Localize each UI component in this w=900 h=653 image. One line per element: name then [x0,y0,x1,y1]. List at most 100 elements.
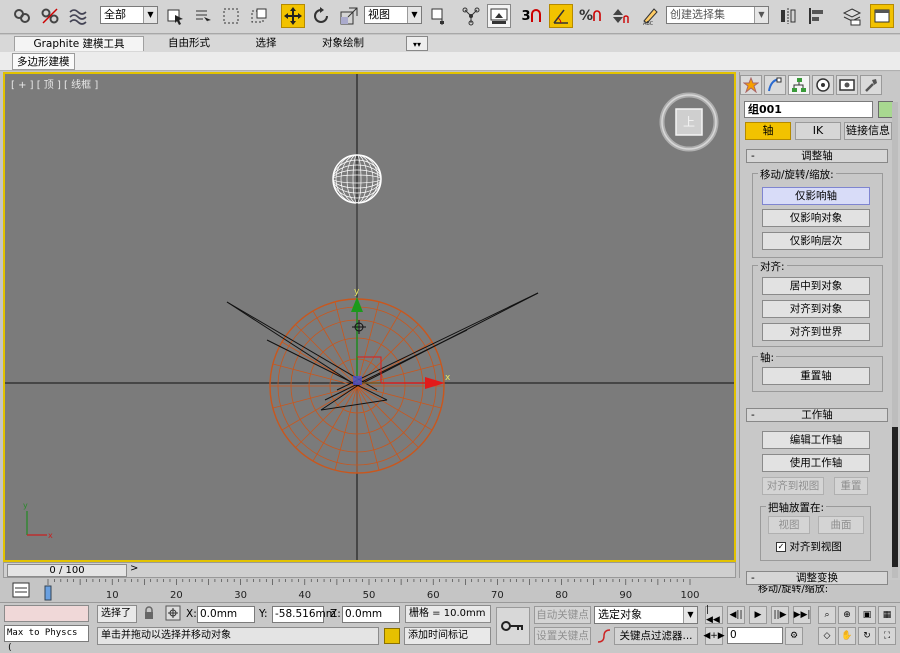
absolute-mode-icon[interactable] [165,605,181,624]
snap-toggle-icon[interactable]: 3 [519,4,543,28]
align-to-view-button[interactable]: 对齐到视图 [762,477,824,495]
hierarchy-tab-icon[interactable] [788,75,810,95]
time-slider-thumb[interactable]: 0 / 100 [7,564,127,577]
key-tangent-icon[interactable] [596,628,612,647]
viewcube[interactable]: 上 [659,92,719,152]
maximize-viewport-icon[interactable]: ⛶ [878,627,896,645]
select-object-icon[interactable] [163,4,187,28]
adjust-transform-rollout[interactable]: - 调整变换 [746,571,888,585]
affect-hierarchy-only-button[interactable]: 仅影响层次 [762,232,870,250]
select-scale-icon[interactable] [337,4,361,28]
object-name-field[interactable]: 组001 [744,101,873,118]
panel-scroll-thumb[interactable] [892,427,898,567]
unlink-icon[interactable] [38,4,62,28]
orbit-icon[interactable]: ↻ [858,627,876,645]
named-selection-dropdown[interactable]: 创建选择集 ▼ [666,6,769,24]
y-coord-field[interactable]: -58.516mm [272,606,336,623]
place-view-button[interactable]: 视图 [768,516,810,534]
x-coord-field[interactable]: 0.0mm [197,606,255,623]
tab-object-paint[interactable]: 对象绘制 [306,36,380,51]
timeline-tick-label: 10 [106,590,119,601]
select-rotate-icon[interactable] [309,4,333,28]
tab-graphite-modeling[interactable]: Graphite 建模工具 [14,36,144,51]
key-filters-button[interactable]: 关键点过滤器... [614,627,698,645]
time-config-icon[interactable]: ⚙ [785,627,803,645]
align-to-object-button[interactable]: 对齐到对象 [762,300,870,318]
ribbon-options-dropdown[interactable]: ▾▾ [406,36,428,51]
adjust-pivot-rollout[interactable]: - 调整轴 [746,149,888,163]
affect-pivot-only-button[interactable]: 仅影响轴 [762,187,870,205]
script-listener-field[interactable]: Max to Physcs ( [4,625,89,653]
window-crossing-icon[interactable] [247,4,271,28]
time-slider[interactable]: 0 / 100 > [3,562,736,578]
utilities-tab-icon[interactable] [860,75,882,95]
z-coord-field[interactable]: 0.0mm [342,606,400,623]
center-to-object-button[interactable]: 居中到对象 [762,277,870,295]
field-of-view-icon[interactable]: ◇ [818,627,836,645]
rect-selection-icon[interactable] [219,4,243,28]
selection-count: 选择了 [97,605,137,623]
add-time-tag-button[interactable]: 添加时间标记 [404,627,491,645]
auto-key-button[interactable]: 自动关键点 [534,606,591,624]
lock-icon[interactable] [142,606,156,623]
selection-filter-dropdown[interactable]: 全部 ▼ [100,6,158,24]
zoom-all-icon[interactable]: ⊕ [838,606,856,624]
tab-freeform[interactable]: 自由形式 [152,36,226,51]
timeline-ruler[interactable]: 0102030405060708090100 [0,578,740,602]
ik-subtab[interactable]: IK [795,122,841,140]
spinner-snap-icon[interactable] [607,4,631,28]
zoom-extents-all-icon[interactable]: ▦ [878,606,896,624]
display-tab-icon[interactable] [836,75,858,95]
create-tab-icon[interactable] [740,75,762,95]
modify-tab-icon[interactable] [764,75,786,95]
play-icon[interactable]: ▶ [749,606,767,624]
bind-spacewarp-icon[interactable] [66,4,90,28]
layer-manager-icon[interactable] [840,4,864,28]
tab-selection[interactable]: 选择 [236,36,296,51]
angle-snap-icon[interactable] [549,4,573,28]
link-icon[interactable] [10,4,34,28]
link-info-subtab[interactable]: 链接信息 [844,122,892,140]
pivot-subtab[interactable]: 轴 [745,122,791,140]
maxscript-mini-listener[interactable] [4,605,89,622]
reference-coord-dropdown[interactable]: 视图 ▼ [364,6,422,24]
use-working-pivot-button[interactable]: 使用工作轴 [762,454,870,472]
pivot-center-icon[interactable] [427,4,451,28]
key-mode-toggle-icon[interactable]: ◀+▶ [703,627,725,645]
polygon-modeling-tab[interactable]: 多边形建模 [12,53,75,70]
top-viewport[interactable]: [ + ] [ 顶 ] [ 线框 ] y x y x 上 [3,72,736,562]
edit-named-selection-icon[interactable]: ABC [639,4,663,28]
zoom-extents-icon[interactable]: ▣ [858,606,876,624]
go-to-end-icon[interactable]: ▶▶| [793,606,811,624]
object-color-swatch[interactable] [878,101,893,118]
zoom-icon[interactable]: ⌕ [818,606,836,624]
go-to-start-icon[interactable]: |◀◀ [705,605,723,625]
time-slider-next[interactable]: > [130,563,138,574]
motion-tab-icon[interactable] [812,75,834,95]
current-frame-field[interactable]: 0 [727,627,783,644]
align-to-view-checkbox[interactable]: ✓ 对齐到视图 [776,539,842,554]
set-key-button[interactable]: 设置关键点 [534,627,591,645]
time-tag-icon[interactable] [384,628,400,644]
mirror-icon[interactable] [776,4,800,28]
reset-working-pivot-button[interactable]: 重置 [834,477,868,495]
previous-frame-icon[interactable]: ◀|| [727,606,745,624]
select-move-icon[interactable] [281,4,305,28]
edit-working-pivot-button[interactable]: 编辑工作轴 [762,431,870,449]
key-mode-dropdown[interactable]: 选定对象 ▼ [594,606,698,624]
set-key-icon[interactable] [496,607,530,645]
working-pivot-rollout[interactable]: - 工作轴 [746,408,888,422]
reset-pivot-button[interactable]: 重置轴 [762,367,870,385]
select-by-name-icon[interactable] [191,4,215,28]
scene-explorer-icon[interactable] [870,4,894,28]
percent-snap-icon[interactable]: % [578,4,602,28]
affect-object-only-button[interactable]: 仅影响对象 [762,209,870,227]
align-to-world-button[interactable]: 对齐到世界 [762,323,870,341]
pan-icon[interactable]: ✋ [838,627,856,645]
place-surface-button[interactable]: 曲面 [818,516,864,534]
viewcube-face-label[interactable]: 上 [683,113,695,130]
align-icon[interactable] [805,4,829,28]
select-manipulate-icon[interactable] [459,4,483,28]
next-frame-icon[interactable]: ||▶ [771,606,789,624]
keyboard-shortcut-icon[interactable] [487,4,511,28]
